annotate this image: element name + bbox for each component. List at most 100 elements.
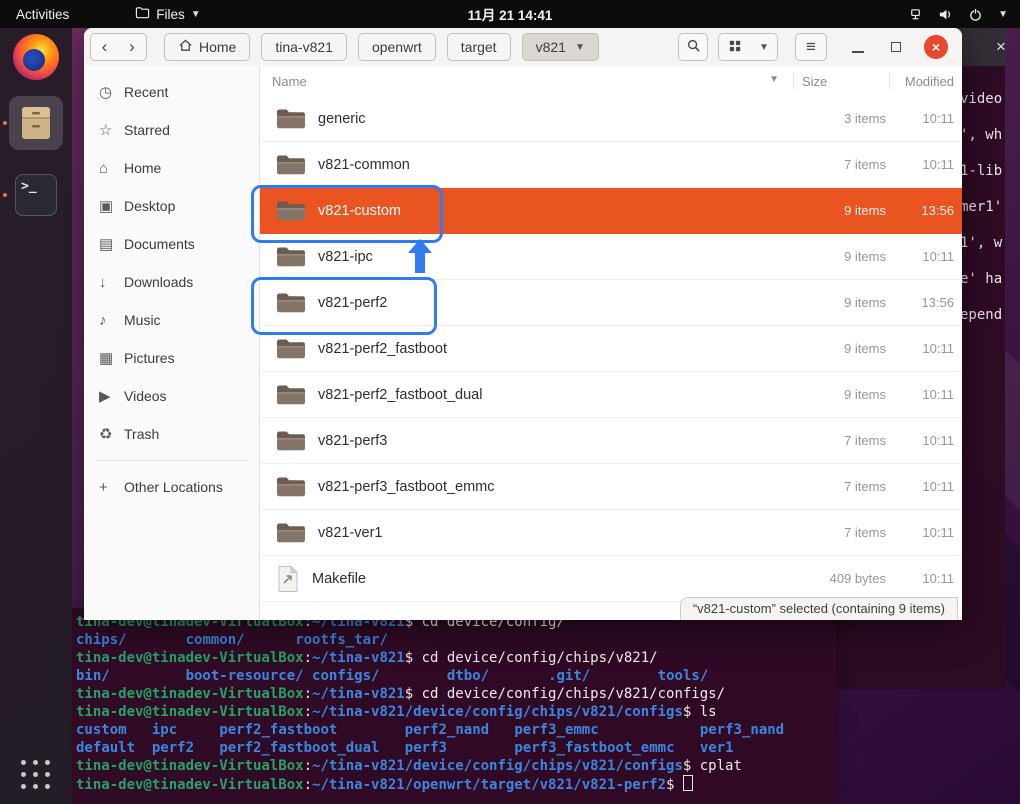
file-row-v821-perf3_fastboot_emmc[interactable]: v821-perf3_fastboot_emmc 7 items10:11 — [260, 464, 962, 510]
system-tray: ▼ — [908, 7, 1008, 22]
activities-button[interactable]: Activities — [16, 7, 69, 22]
file-modified: 10:11 — [890, 249, 962, 264]
file-row-v821-common[interactable]: v821-common7 items10:11 — [260, 142, 962, 188]
sidebar-item-label: Recent — [124, 84, 168, 100]
file-name-cell: v821-perf2_fastboot_dual — [260, 383, 795, 407]
desktop-icon: ▣ — [99, 197, 124, 215]
sidebar-item-home[interactable]: ⌂Home — [84, 149, 259, 187]
folder-icon — [276, 475, 306, 499]
terminal-app-icon[interactable]: >_ — [15, 174, 57, 216]
folder-icon — [276, 337, 306, 361]
maximize-button[interactable] — [882, 33, 910, 61]
file-modified: 10:11 — [890, 479, 962, 494]
maximize-icon — [891, 42, 901, 52]
sidebar-item-music[interactable]: ♪Music — [84, 301, 259, 339]
folder-icon — [276, 383, 306, 407]
terminal-text-fragment: 1', w — [960, 235, 1002, 251]
sidebar-item-label: Documents — [124, 236, 195, 252]
column-header-name[interactable]: Name ▼ — [260, 74, 793, 89]
file-modified: 10:11 — [890, 571, 962, 586]
power-icon[interactable] — [968, 7, 983, 22]
close-button[interactable]: × — [924, 35, 948, 59]
running-indicator — [3, 121, 7, 125]
home-icon — [178, 38, 193, 56]
file-name-cell: v821-perf3 — [260, 429, 795, 453]
sidebar-item-label: Home — [124, 160, 161, 176]
files-app-icon[interactable] — [9, 96, 63, 150]
search-icon — [686, 38, 701, 56]
documents-icon: ▤ — [99, 235, 124, 253]
column-header-size[interactable]: Size — [794, 74, 889, 89]
sidebar-item-trash[interactable]: ♻Trash — [84, 415, 259, 453]
hamburger-menu-button[interactable]: ≡ — [795, 33, 827, 61]
file-name-cell: v821-ver1 — [260, 521, 795, 545]
file-name: v821-perf2_fastboot — [318, 341, 447, 357]
sidebar-item-starred[interactable]: ☆Starred — [84, 111, 259, 149]
app-menu[interactable]: Files ▼ — [135, 5, 200, 23]
sidebar-item-label: Downloads — [124, 274, 193, 290]
minimize-button[interactable] — [844, 33, 872, 61]
file-name-cell: generic — [260, 107, 795, 131]
firefox-icon[interactable] — [13, 34, 59, 80]
terminal-text-fragment: 1-lib — [960, 163, 1002, 179]
file-row-Makefile[interactable]: Makefile409 bytes10:11 — [260, 556, 962, 602]
file-name-cell: v821-perf2_fastboot — [260, 337, 795, 361]
file-row-v821-perf2_fastboot_dual[interactable]: v821-perf2_fastboot_dual9 items10:11 — [260, 372, 962, 418]
terminal-text-fragment: e' ha — [960, 271, 1002, 287]
file-modified: 13:56 — [890, 203, 962, 218]
path-tina-v821-button[interactable]: tina-v821 — [261, 33, 347, 61]
annotation-box-v821-perf2 — [251, 277, 437, 335]
grid-view-button[interactable] — [718, 33, 752, 61]
file-row-v821-ver1[interactable]: v821-ver17 items10:11 — [260, 510, 962, 556]
column-header-modified[interactable]: Modified — [890, 74, 962, 89]
sidebar-item-label: Other Locations — [124, 479, 223, 495]
clock[interactable]: 11月 21 14:41 — [468, 4, 553, 24]
sidebar-item-label: Starred — [124, 122, 170, 138]
sidebar-item-other-locations[interactable]: +Other Locations — [84, 468, 259, 506]
view-options-button[interactable]: ▼ — [751, 33, 778, 61]
file-name: v821-perf3_fastboot_emmc — [318, 479, 495, 495]
file-name: Makefile — [312, 571, 366, 587]
folder-icon — [276, 107, 306, 131]
terminal-window[interactable]: tina-dev@tinadev-VirtualBox:~/tina-v821$… — [72, 608, 836, 804]
downloads-icon: ↓ — [99, 274, 124, 291]
path-target-button[interactable]: target — [447, 33, 511, 61]
file-size: 7 items — [795, 479, 890, 494]
minimize-icon — [852, 51, 864, 53]
terminal-text-fragment: video — [960, 91, 1002, 107]
grid-view-icon — [728, 39, 742, 56]
sidebar-item-videos[interactable]: ▶Videos — [84, 377, 259, 415]
volume-icon[interactable] — [938, 7, 953, 22]
back-button[interactable]: ‹ — [90, 33, 119, 61]
hamburger-icon: ≡ — [806, 37, 816, 57]
file-name: generic — [318, 111, 366, 127]
file-size: 7 items — [795, 525, 890, 540]
sidebar-item-downloads[interactable]: ↓Downloads — [84, 263, 259, 301]
terminal-text-fragment: mer1' — [960, 199, 1002, 215]
app-grid-button[interactable] — [21, 760, 51, 790]
chevron-down-icon[interactable]: ▼ — [998, 9, 1008, 20]
file-row-v821-perf3[interactable]: v821-perf37 items10:11 — [260, 418, 962, 464]
forward-button[interactable]: › — [118, 33, 147, 61]
path-v821-button[interactable]: v821 ▼ — [522, 33, 599, 61]
sidebar-item-documents[interactable]: ▤Documents — [84, 225, 259, 263]
file-modified: 10:11 — [890, 433, 962, 448]
sidebar-item-recent[interactable]: ◷Recent — [84, 73, 259, 111]
sidebar-item-pictures[interactable]: ▦Pictures — [84, 339, 259, 377]
path-openwrt-button[interactable]: openwrt — [358, 33, 436, 61]
search-button[interactable] — [678, 33, 708, 61]
file-row-generic[interactable]: generic3 items10:11 — [260, 96, 962, 142]
sidebar-item-desktop[interactable]: ▣Desktop — [84, 187, 259, 225]
sidebar-item-label: Music — [124, 312, 161, 328]
file-name: v821-common — [318, 157, 410, 173]
starred-icon: ☆ — [99, 121, 124, 139]
status-bar: “v821-custom” selected (containing 9 ite… — [680, 597, 958, 620]
close-icon[interactable]: × — [990, 36, 1012, 58]
recent-icon: ◷ — [99, 83, 124, 101]
annotation-up-arrow — [408, 239, 432, 278]
sort-caret-icon[interactable]: ▼ — [769, 74, 779, 85]
network-icon[interactable] — [908, 7, 923, 22]
dock: >_ — [0, 28, 72, 804]
path-home-button[interactable]: Home — [164, 33, 250, 61]
running-indicator — [3, 193, 7, 197]
